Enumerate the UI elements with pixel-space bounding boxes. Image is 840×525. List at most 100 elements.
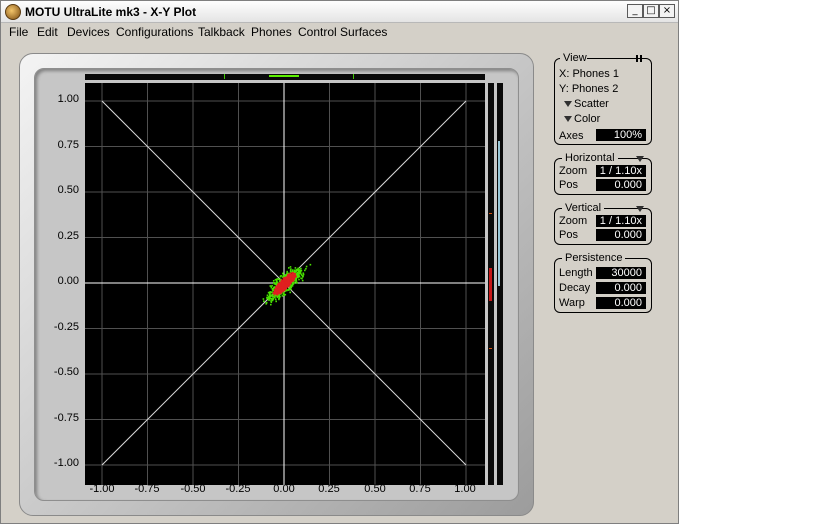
horizontal-group-title: Horizontal (562, 152, 618, 164)
scatter-point (285, 284, 287, 287)
left-level-meter (488, 83, 494, 485)
scatter-point (278, 290, 280, 293)
x-tick-label: -1.00 (89, 483, 115, 495)
title-bar[interactable]: MOTU UltraLite mk3 - X-Y Plot _ □ × (1, 1, 678, 23)
maximize-button[interactable]: □ (643, 4, 659, 18)
scatter-point (287, 283, 290, 286)
menu-devices[interactable]: Devices (67, 25, 110, 39)
warp-field[interactable]: 0.000 (596, 297, 646, 309)
horizontal-pos-field[interactable]: 0.000 (596, 179, 646, 191)
scatter-point (300, 273, 303, 276)
app-window: MOTU UltraLite mk3 - X-Y Plot _ □ × File… (0, 0, 679, 524)
left-meter-tick-top (489, 213, 492, 214)
scatter-point (270, 303, 272, 306)
scatter-point (277, 284, 279, 286)
vertical-group: Vertical Zoom 1 / 1.10x Pos 0.000 (554, 202, 652, 245)
view-title-rule (587, 58, 633, 59)
scatter-point (300, 277, 302, 280)
length-field[interactable]: 30000 (596, 267, 646, 279)
scatter-point (281, 295, 284, 297)
scatter-point (276, 286, 279, 289)
scatter-point (305, 267, 307, 270)
right-level-meter (497, 83, 503, 485)
scatter-mode-label[interactable]: Scatter (574, 98, 609, 110)
menu-configurations[interactable]: Configurations (116, 25, 193, 39)
scatter-point (274, 279, 277, 281)
menu-file[interactable]: File (9, 25, 28, 39)
scatter-point (274, 298, 277, 301)
color-dropdown-icon[interactable] (564, 116, 572, 122)
scatter-point (272, 289, 274, 292)
scatter-point (263, 300, 265, 302)
horizontal-zoom-field[interactable]: 1 / 1.10x (596, 165, 646, 177)
scatter-point (296, 275, 299, 278)
decay-field[interactable]: 0.000 (596, 282, 646, 294)
vertical-zoom-field[interactable]: 1 / 1.10x (596, 215, 646, 227)
scatter-point (271, 295, 273, 297)
y-tick-label: 0.75 (57, 139, 79, 151)
scatter-point (298, 278, 300, 281)
scatter-point (275, 286, 277, 289)
horizontal-dropdown-icon[interactable] (636, 156, 644, 162)
scatter-point (283, 275, 286, 277)
motu-app-icon (5, 4, 21, 20)
vertical-dropdown-icon[interactable] (636, 206, 644, 212)
scatter-point (291, 270, 294, 272)
minimize-button[interactable]: _ (627, 4, 643, 18)
scatter-point (278, 292, 281, 295)
top-indicator-strip (85, 74, 485, 80)
menu-edit[interactable]: Edit (37, 25, 58, 39)
scatter-point (268, 293, 271, 295)
scatter-point (300, 269, 303, 272)
scatter-dropdown-icon[interactable] (564, 101, 572, 107)
scatter-point (275, 300, 277, 303)
scatter-point (284, 281, 287, 284)
menu-control-surfaces[interactable]: Control Surfaces (298, 25, 387, 39)
scatter-point (296, 268, 298, 271)
x-tick-label: 0.75 (409, 483, 431, 495)
top-marker-center (269, 75, 299, 77)
pause-icon[interactable] (636, 55, 643, 62)
scatter-point (304, 269, 306, 272)
scatter-point (287, 274, 289, 276)
scatter-point (277, 292, 279, 294)
x-tick-label: -0.50 (180, 483, 206, 495)
scatter-point (287, 285, 289, 287)
scatter-point (279, 295, 281, 298)
xy-plot-area[interactable] (85, 83, 485, 485)
scatter-point (266, 297, 268, 300)
scatter-point (292, 274, 295, 276)
color-mode-label[interactable]: Color (574, 113, 600, 125)
horizontal-pos-label: Pos (559, 179, 578, 191)
menu-phones[interactable]: Phones (251, 25, 292, 39)
scatter-point (269, 285, 272, 287)
y-source-label[interactable]: Y: Phones 2 (559, 83, 618, 95)
y-tick-label: -0.50 (53, 366, 79, 378)
close-button[interactable]: × (659, 4, 675, 18)
scatter-point (265, 301, 268, 304)
plot-bezel (19, 53, 534, 516)
vertical-pos-label: Pos (559, 229, 578, 241)
scatter-point (296, 282, 298, 284)
x-source-label[interactable]: X: Phones 1 (559, 68, 619, 80)
scatter-point (272, 288, 274, 290)
menu-talkback[interactable]: Talkback (198, 25, 245, 39)
scatter-point (275, 289, 277, 291)
scatter-point (290, 284, 292, 286)
persistence-group-title: Persistence (562, 252, 626, 264)
top-marker-left (224, 74, 225, 79)
length-label: Length (559, 267, 593, 279)
view-group-title: View (560, 52, 590, 64)
scatter-point (271, 284, 273, 287)
y-tick-label: -0.25 (53, 321, 79, 333)
scatter-point (289, 269, 292, 271)
scatter-point (269, 294, 272, 297)
x-tick-label: 0.50 (364, 483, 386, 495)
axes-value-field[interactable]: 100% (596, 129, 646, 141)
scatter-point (278, 298, 280, 301)
vertical-pos-field[interactable]: 0.000 (596, 229, 646, 241)
left-meter-red-bar (489, 268, 492, 301)
top-marker-right (353, 74, 354, 79)
vertical-zoom-label: Zoom (559, 215, 588, 227)
horizontal-zoom-label: Zoom (559, 165, 588, 177)
